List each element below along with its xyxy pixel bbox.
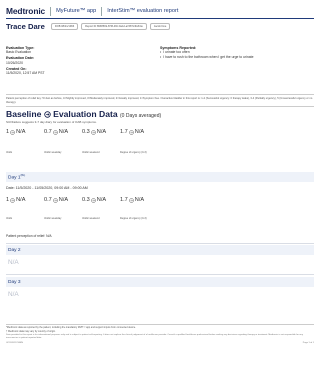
divider bbox=[6, 106, 314, 107]
metric-na: N/A bbox=[134, 129, 145, 135]
metric-urgency: 1.7 N/A bbox=[120, 197, 158, 203]
metric-voids-weekend: 0.3 N/A bbox=[82, 129, 120, 135]
metric-na: N/A bbox=[58, 197, 69, 203]
created-on-value: 11/5/2020, 12:57 AM PST bbox=[6, 71, 45, 76]
divider bbox=[6, 274, 314, 275]
day-3-band: Day 3 bbox=[6, 277, 314, 287]
metric-urgency: 1.7 N/A bbox=[120, 129, 158, 135]
metric-na: N/A bbox=[16, 129, 26, 135]
metric-value: 0.3 bbox=[82, 197, 90, 203]
day-3-title: Day 3 bbox=[8, 279, 21, 285]
patient-row: Trace Dare DOB 08/21/1966 Report ID 89f0… bbox=[6, 22, 173, 31]
metric-label: Voids/ weekday bbox=[44, 217, 62, 220]
footer-rule bbox=[6, 324, 314, 325]
report-title: InterStim™ evaluation report bbox=[107, 8, 179, 14]
metric-na: N/A bbox=[134, 197, 145, 203]
circle-arrow-icon bbox=[53, 129, 58, 135]
metric-voids-weekend: 0.3 N/A bbox=[82, 197, 120, 203]
metric-voids-weekday: 0.7 N/A bbox=[44, 197, 82, 203]
circle-arrow-icon bbox=[10, 129, 15, 135]
circle-arrow-icon bbox=[129, 129, 134, 135]
metric-na: N/A bbox=[96, 129, 107, 135]
metric-value: 0.7 bbox=[44, 197, 52, 203]
relief-key-note: Patient perception of relief key: 5=Just… bbox=[6, 97, 313, 104]
baseline-title-word: Baseline bbox=[6, 109, 42, 119]
report-page: Medtronic MyFuture™ app InterStim™ evalu… bbox=[0, 0, 320, 365]
metric-value: 1 bbox=[6, 197, 10, 203]
evaluation-type-value: Basic Evaluation bbox=[6, 50, 32, 55]
divider bbox=[6, 243, 314, 244]
divider bbox=[6, 94, 314, 95]
day-1-band: Day 1(BL) bbox=[6, 172, 314, 182]
metric-voids: 1 N/A bbox=[6, 197, 44, 203]
report-header: Medtronic MyFuture™ app InterStim™ evalu… bbox=[6, 6, 314, 16]
day-3-na: N/A bbox=[8, 291, 19, 298]
header-divider-2 bbox=[101, 6, 103, 16]
circle-arrow-icon bbox=[129, 197, 134, 203]
footer-note-2: † Medtronic data may vary by country of … bbox=[6, 330, 56, 333]
metric-value: 1 bbox=[6, 129, 10, 135]
evaluation-info: Evaluation Type: Basic Evaluation Evalua… bbox=[6, 46, 146, 77]
baseline-title: Baseline Evaluation Data (0 Days average… bbox=[6, 109, 161, 119]
metric-label: Voids/ weekend bbox=[82, 217, 100, 220]
metric-label: Voids bbox=[6, 151, 13, 154]
footer-disclaimer: Data provided in this report is for info… bbox=[6, 334, 303, 339]
symptoms-reported: Symptoms Reported: I urinate too often I… bbox=[160, 46, 310, 60]
baseline-metrics: 1 N/A 0.7 N/A 0.3 N/A 1.7 N/A bbox=[6, 129, 158, 135]
day-1-label: Day 1 bbox=[8, 175, 21, 181]
header-rule bbox=[6, 18, 314, 19]
patient-name: Trace Dare bbox=[6, 22, 45, 31]
day-1-tag: (BL) bbox=[20, 173, 26, 177]
metric-value: 1.7 bbox=[120, 197, 128, 203]
baseline-circle-icon bbox=[44, 111, 51, 118]
baseline-subtitle: SUI/Failure suggests 3-7 day diary for e… bbox=[6, 120, 97, 124]
header-divider bbox=[50, 6, 52, 16]
metric-na: N/A bbox=[58, 129, 69, 135]
baseline-days-averaged: (0 Days averaged) bbox=[120, 113, 162, 119]
circle-arrow-icon bbox=[91, 129, 96, 135]
baseline-title-rest: Evaluation Data bbox=[53, 109, 118, 119]
dob-pill: DOB 08/21/1966 bbox=[50, 23, 79, 30]
metric-voids-weekday: 0.7 N/A bbox=[44, 129, 82, 135]
metric-na: N/A bbox=[96, 197, 107, 203]
app-name: MyFuture™ app bbox=[56, 8, 97, 14]
day-1-date: Date: 11/5/2020 - 11/05/2020, 09:00 AM -… bbox=[6, 186, 88, 190]
metric-value: 0.3 bbox=[82, 129, 90, 135]
day-1-title: Day 1(BL) bbox=[8, 174, 25, 181]
metric-voids: 1 N/A bbox=[6, 129, 44, 135]
metric-label: Degree of urgency (0-3) bbox=[120, 217, 147, 220]
circle-arrow-icon bbox=[10, 197, 15, 203]
day-2-band: Day 2 bbox=[6, 245, 314, 255]
day-1-perception: Patient perception of relief: N/A bbox=[6, 234, 52, 238]
day-2-title: Day 2 bbox=[8, 247, 21, 253]
footer-code: UC202011234EN bbox=[6, 342, 23, 344]
metric-label: Voids/ weekend bbox=[82, 151, 100, 154]
day-1-metrics: 1 N/A 0.7 N/A 0.3 N/A 1.7 N/A bbox=[6, 197, 158, 203]
metric-value: 1.7 bbox=[120, 129, 128, 135]
clinician-pill: Jacob Doe bbox=[149, 23, 171, 30]
day-1-metric-labels: Voids Voids/ weekday Voids/ weekend Degr… bbox=[6, 217, 158, 220]
baseline-metric-labels: Voids Voids/ weekday Voids/ weekend Degr… bbox=[6, 151, 158, 154]
medtronic-logo: Medtronic bbox=[6, 6, 46, 16]
metric-label: Degree of urgency (0-3) bbox=[120, 151, 147, 154]
day-2-na: N/A bbox=[8, 259, 19, 266]
page-number: Page 1 of 1 bbox=[302, 342, 314, 344]
metric-label: Voids bbox=[6, 217, 13, 220]
evaluation-date-value: 10/26/2020 bbox=[6, 60, 23, 65]
footer-note-1: *Medtronic data as reported by the patie… bbox=[6, 326, 136, 329]
metric-value: 0.7 bbox=[44, 129, 52, 135]
circle-arrow-icon bbox=[53, 197, 58, 203]
circle-arrow-icon bbox=[91, 197, 96, 203]
report-id-pill: Report ID 89f0f5b9-879f-4f1f-9a1d-a7d87c… bbox=[81, 23, 147, 30]
metric-label: Voids/ weekday bbox=[44, 151, 62, 154]
symptom-item: I have to rush to the bathroom when I ge… bbox=[160, 55, 310, 60]
metric-na: N/A bbox=[16, 197, 26, 203]
